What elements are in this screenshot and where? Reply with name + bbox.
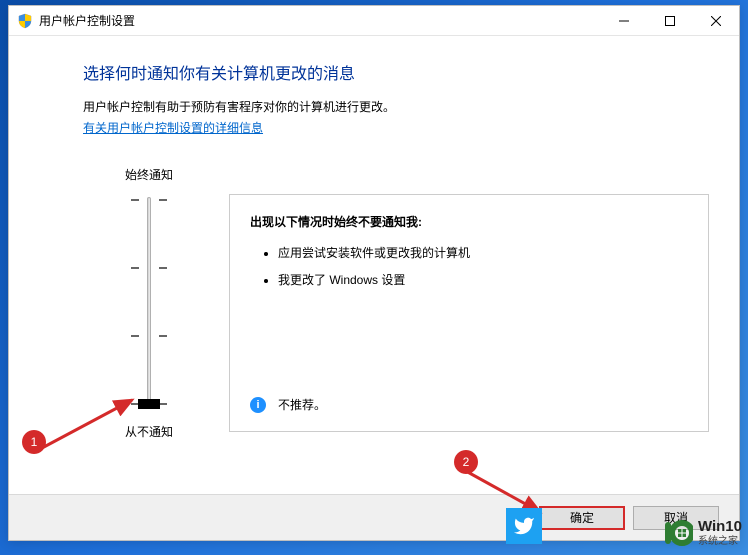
- window-controls: [601, 6, 739, 35]
- content-area: 选择何时通知你有关计算机更改的消息 用户帐户控制有助于预防有害程序对你的计算机进…: [9, 36, 739, 494]
- info-box-title: 出现以下情况时始终不要通知我:: [250, 213, 688, 230]
- cancel-button[interactable]: 取消: [633, 506, 719, 530]
- notification-slider[interactable]: [109, 193, 189, 413]
- page-description: 用户帐户控制有助于预防有害程序对你的计算机进行更改。: [83, 98, 709, 115]
- notification-slider-area: 始终通知 从不通知: [109, 166, 189, 440]
- window-title: 用户帐户控制设置: [39, 12, 135, 29]
- notification-info-box: 出现以下情况时始终不要通知我: 应用尝试安装软件或更改我的计算机 我更改了 Wi…: [229, 194, 709, 432]
- slider-tick: [159, 403, 167, 405]
- slider-thumb[interactable]: [138, 399, 160, 409]
- minimize-button[interactable]: [601, 6, 647, 35]
- slider-tick: [131, 335, 139, 337]
- slider-track: [147, 197, 151, 409]
- close-button[interactable]: [693, 6, 739, 35]
- info-bullet: 我更改了 Windows 设置: [278, 271, 688, 288]
- recommendation-row: i 不推荐。: [250, 396, 326, 413]
- slider-label-never: 从不通知: [109, 423, 189, 440]
- slider-label-always: 始终通知: [109, 166, 189, 183]
- info-icon: i: [250, 397, 266, 413]
- info-bullet-list: 应用尝试安装软件或更改我的计算机 我更改了 Windows 设置: [250, 244, 688, 288]
- dialog-footer: 确定 取消: [9, 494, 739, 540]
- slider-tick: [131, 267, 139, 269]
- titlebar[interactable]: 用户帐户控制设置: [9, 6, 739, 36]
- slider-tick: [159, 199, 167, 201]
- uac-help-link[interactable]: 有关用户帐户控制设置的详细信息: [83, 121, 263, 135]
- maximize-button[interactable]: [647, 6, 693, 35]
- uac-shield-icon: [17, 13, 33, 29]
- page-heading: 选择何时通知你有关计算机更改的消息: [83, 60, 709, 84]
- slider-tick: [131, 199, 139, 201]
- slider-tick: [159, 335, 167, 337]
- slider-tick: [159, 267, 167, 269]
- info-bullet: 应用尝试安装软件或更改我的计算机: [278, 244, 688, 261]
- ok-button[interactable]: 确定: [539, 506, 625, 530]
- recommendation-text: 不推荐。: [278, 396, 326, 413]
- uac-settings-window: 用户帐户控制设置 选择何时通知你有关计算机更改的消息 用户帐户控制有助于预防有害…: [8, 5, 740, 541]
